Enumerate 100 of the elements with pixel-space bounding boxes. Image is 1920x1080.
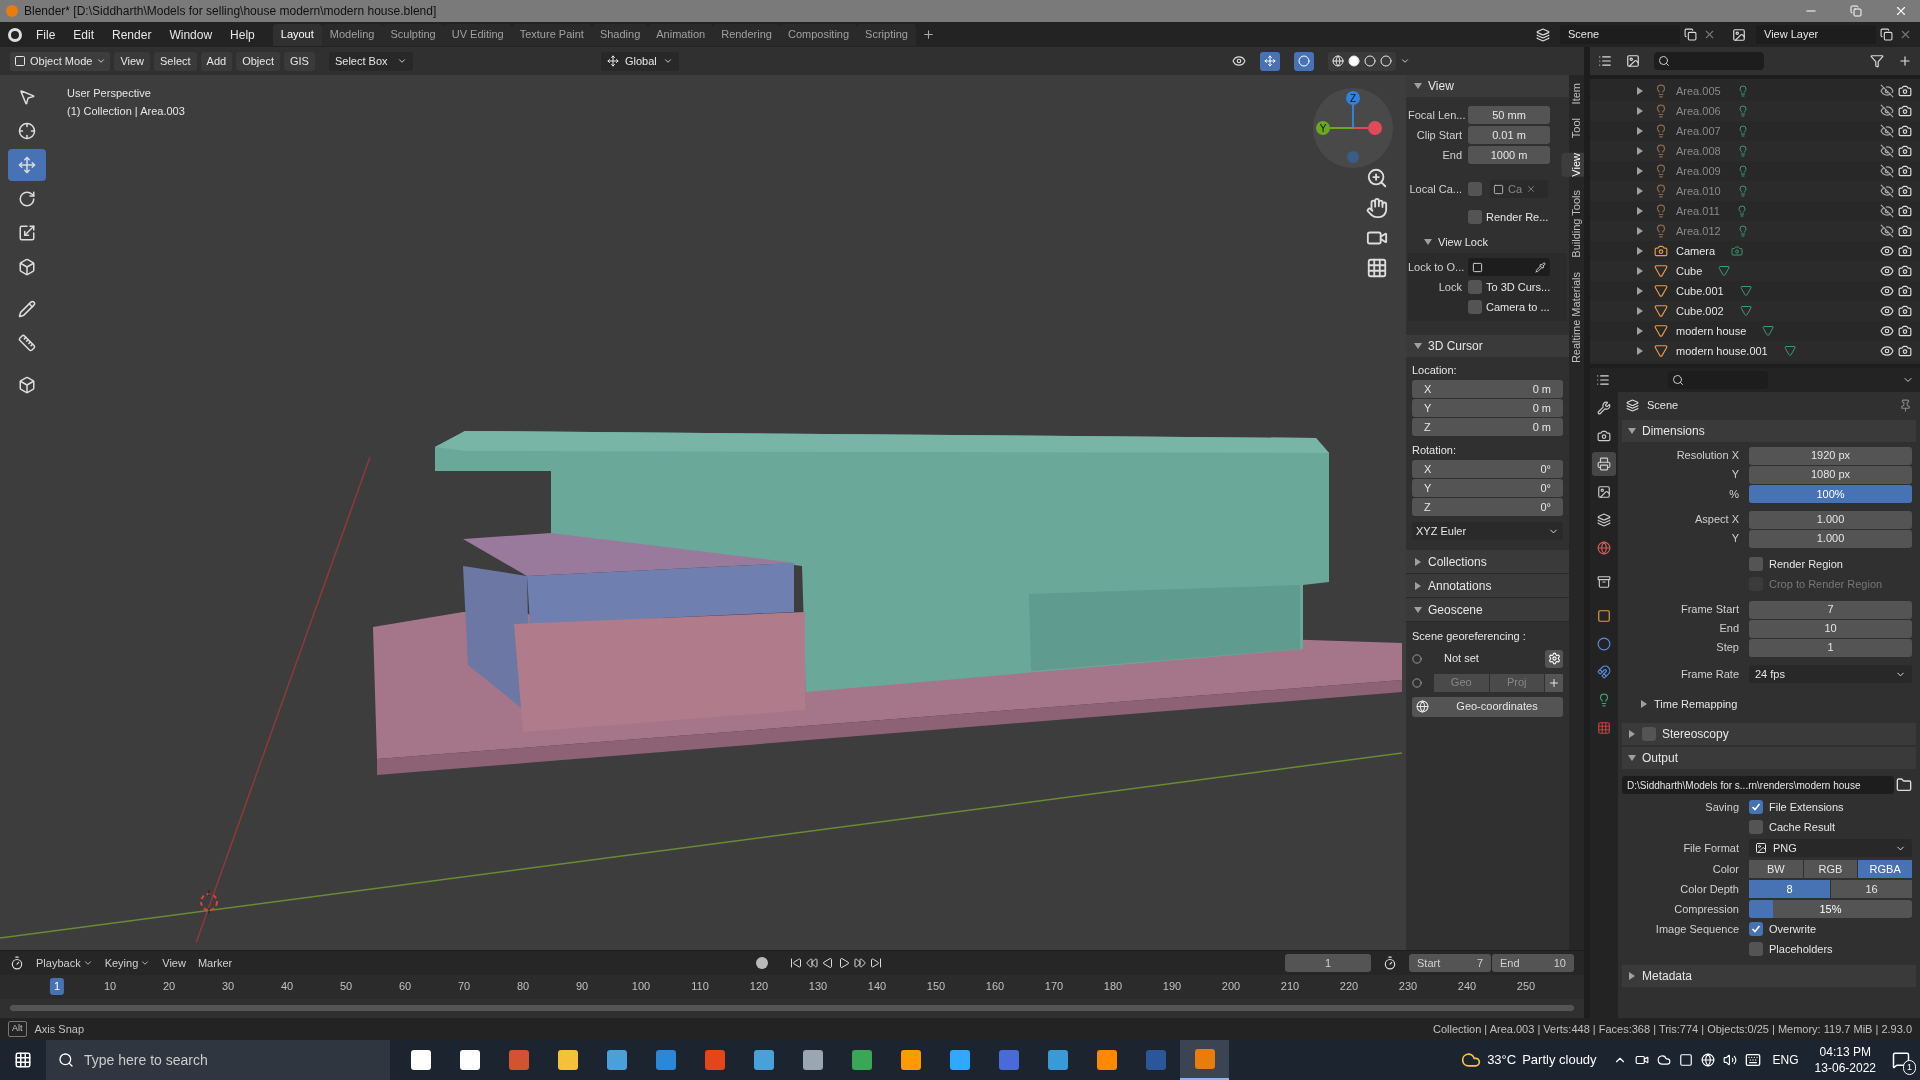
workspace-tab[interactable]: Scripting [857, 23, 916, 46]
checkbox-label: Camera to ... [1486, 299, 1550, 315]
panel-header[interactable]: View [1406, 75, 1569, 97]
timeline-menu[interactable]: Keying [104, 954, 151, 972]
clock-date[interactable]: 13-06-2022 [1814, 1060, 1876, 1076]
current-frame-field[interactable]: 1 [1285, 954, 1371, 972]
property-label: End [1718, 621, 1740, 637]
current-frame-marker[interactable]: 1 [49, 978, 65, 995]
panel-title[interactable]: View [1428, 77, 1454, 95]
output-path-field[interactable]: D:\Siddharth\Models for s...rn\renders\modern house [1622, 776, 1894, 794]
frame-number: 70 [457, 979, 471, 994]
subpanel-title[interactable]: View Lock [1438, 233, 1488, 251]
viewport-menu[interactable]: Object [236, 51, 280, 71]
panel-title[interactable]: Output [1642, 749, 1679, 767]
coordinate-field[interactable]: Z 0 m [1412, 418, 1563, 436]
clock-time[interactable]: 04:13 PM [1819, 1044, 1871, 1060]
workspace-tab[interactable]: Layout [272, 23, 322, 46]
rotation-mode-dropdown[interactable]: XYZ Euler [1412, 522, 1563, 540]
workspace-tab[interactable]: Sculpting [382, 23, 444, 46]
panel-title[interactable]: 3D Cursor [1428, 337, 1483, 355]
mode-dropdown[interactable]: Object Mode [10, 51, 111, 71]
panel-header[interactable]: Stereoscopy [1622, 723, 1916, 745]
coordinate-field[interactable]: Y 0 m [1412, 399, 1563, 417]
timeline-menu[interactable]: Playback [36, 954, 93, 972]
checkbox-label: Cache Result [1769, 819, 1836, 835]
sidebar-tab[interactable]: Tool [1562, 118, 1584, 139]
taskbar-search-field[interactable]: Type here to search [46, 1040, 390, 1080]
segment-button[interactable]: 8 [1749, 880, 1830, 898]
menu-item[interactable]: Render [112, 25, 152, 44]
panel-title[interactable]: Dimensions [1642, 422, 1705, 440]
number-field[interactable]: 1 [1749, 638, 1912, 657]
number-field[interactable]: 0.01 m [1468, 126, 1550, 144]
menu-item[interactable]: Edit [73, 25, 95, 44]
object-name: Camera [1676, 243, 1716, 259]
dropdown[interactable]: PNG [1749, 839, 1912, 857]
viewport-menu[interactable]: Select [154, 51, 197, 71]
object-field[interactable]: Ca [1490, 180, 1548, 198]
field-label: Local Ca... [1408, 181, 1463, 197]
viewport-menu[interactable]: Add [200, 51, 233, 71]
workspace-tab[interactable]: Compositing [779, 23, 858, 46]
segment-button[interactable]: BW [1749, 860, 1803, 878]
panel-title[interactable]: Annotations [1428, 576, 1492, 595]
panel-header[interactable]: Dimensions [1622, 420, 1916, 442]
panel-header[interactable]: Collections [1406, 550, 1569, 574]
number-field[interactable]: 1.000 [1749, 510, 1912, 529]
coordinate-field[interactable]: Y 0° [1412, 479, 1563, 497]
weather-temperature[interactable]: 33°C [1487, 1050, 1517, 1070]
menu-item[interactable]: File [36, 25, 56, 44]
panel-header[interactable]: Output [1622, 747, 1916, 769]
dropdown[interactable]: 24 fps [1749, 665, 1912, 683]
subpanel-title[interactable]: Time Remapping [1654, 695, 1738, 713]
number-field[interactable]: 1920 px [1749, 446, 1912, 465]
number-field[interactable]: 1000 m [1468, 146, 1550, 164]
workspace-tab[interactable]: Animation [648, 23, 714, 46]
slider-field[interactable]: 100% [1749, 485, 1912, 503]
property-label: Image Sequence [1654, 921, 1740, 937]
sidebar-tab[interactable]: Building Tools [1562, 190, 1584, 258]
panel-header[interactable]: 3D Cursor [1406, 335, 1569, 357]
weather-description[interactable]: Partly cloudy [1522, 1050, 1597, 1070]
language-indicator[interactable]: ENG [1772, 1051, 1799, 1069]
workspace-tab[interactable]: Shading [591, 23, 649, 46]
menu-item[interactable]: Help [230, 25, 255, 44]
viewport-menu[interactable]: GIS [284, 51, 315, 71]
panel-header[interactable]: Metadata [1622, 965, 1916, 987]
segment-button[interactable]: RGBA [1858, 860, 1912, 878]
number-field[interactable]: 7 [1749, 600, 1912, 619]
workspace-tab[interactable]: Rendering [713, 23, 780, 46]
workspace-tab[interactable]: Texture Paint [511, 23, 592, 46]
field-label: Lock [1437, 279, 1463, 295]
sidebar-tab[interactable]: View [1562, 152, 1584, 177]
coordinate-field[interactable]: Z 0° [1412, 498, 1563, 516]
slider-field[interactable]: 15% [1749, 900, 1912, 918]
frame-number: 220 [1339, 979, 1359, 994]
menu-item[interactable]: Window [169, 25, 213, 44]
orientation-dropdown[interactable]: Global [600, 51, 679, 71]
panel-title[interactable]: Stereoscopy [1662, 725, 1729, 743]
viewport-menu[interactable]: View [114, 51, 151, 71]
scene-field[interactable]: Scene [1560, 25, 1680, 44]
view-layer-field[interactable]: View Layer [1756, 25, 1876, 44]
panel-title[interactable]: Collections [1428, 552, 1487, 571]
coordinate-field[interactable]: X 0 m [1412, 380, 1563, 398]
segment-button[interactable]: 16 [1831, 880, 1912, 898]
panel-title[interactable]: Metadata [1642, 967, 1693, 985]
timeline-menu[interactable]: Marker [197, 954, 233, 972]
panel-title[interactable]: Geoscene [1428, 600, 1483, 619]
number-field[interactable]: 10 [1749, 619, 1912, 638]
select-mode-dropdown[interactable]: Select Box [328, 51, 413, 71]
number-field[interactable]: 1.000 [1749, 529, 1912, 548]
number-field[interactable]: 1080 px [1749, 465, 1912, 484]
panel-header[interactable]: Annotations [1406, 574, 1569, 598]
coordinate-field[interactable]: X 0° [1412, 460, 1563, 478]
panel-header[interactable]: Geoscene [1406, 598, 1569, 622]
workspace-tab[interactable]: UV Editing [443, 23, 512, 46]
segment-button[interactable]: RGB [1803, 860, 1858, 878]
end-frame-field[interactable]: End 10 [1492, 954, 1574, 972]
geo-coordinates-button[interactable]: Geo-coordinates [1412, 696, 1563, 717]
timeline-menu[interactable]: View [162, 954, 186, 972]
workspace-tab[interactable]: Modeling [321, 23, 383, 46]
number-field[interactable]: 50 mm [1468, 106, 1550, 124]
start-frame-field[interactable]: Start 7 [1409, 954, 1491, 972]
